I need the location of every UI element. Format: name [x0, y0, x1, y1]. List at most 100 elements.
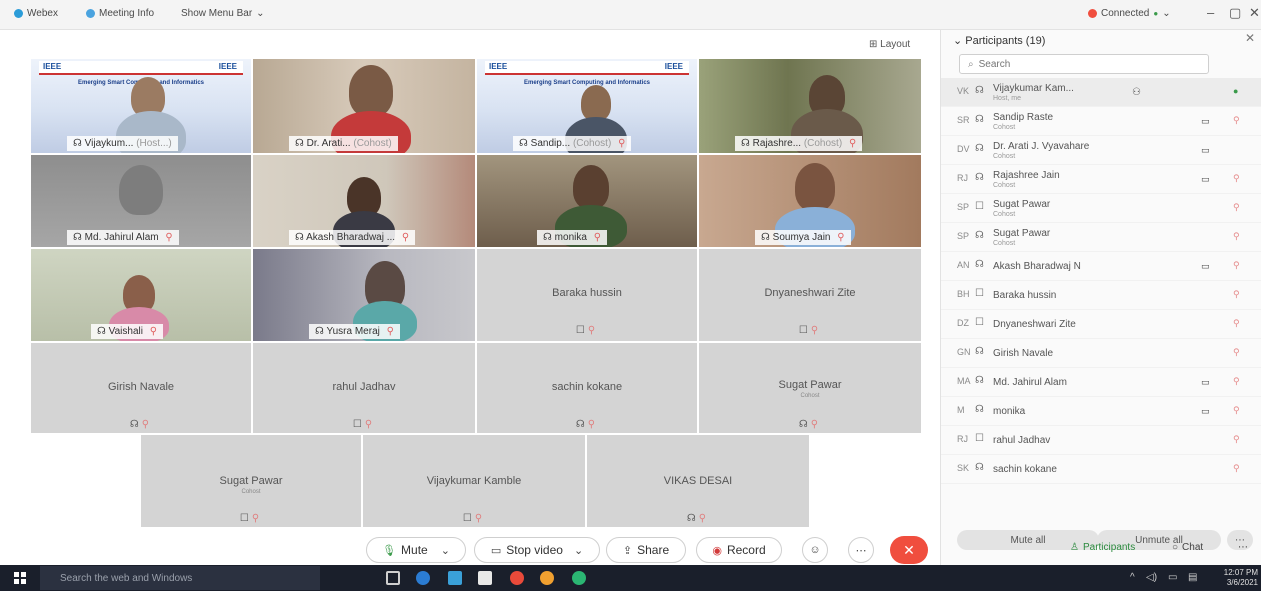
video-tile-soumya[interactable]: ☊ Soumya Jain ⚲	[698, 154, 922, 248]
video-camera-icon: ▭	[1201, 174, 1210, 184]
search-input[interactable]	[978, 58, 1179, 70]
video-tile-rajashree[interactable]: ☊ Rajashre... (Cohost) ⚲	[698, 58, 922, 154]
participant-row[interactable]: SP ☊ Sugat Pawar Cohost ⚲	[941, 223, 1261, 252]
task-view-icon[interactable]	[386, 571, 400, 585]
video-tile-monika[interactable]: ☊ monika ⚲	[476, 154, 698, 248]
mic-off-icon: ⚲	[474, 513, 486, 524]
share-button[interactable]: ⇪ Share	[606, 537, 686, 563]
video-tile-vaishali[interactable]: ☊ Vaishali ⚲	[30, 248, 252, 342]
minimize-icon[interactable]: –	[1207, 5, 1214, 20]
taskbar-search[interactable]: Search the web and Windows	[40, 566, 320, 590]
video-tile-sugat-1[interactable]: Sugat Pawar Cohost ☊⚲	[698, 342, 922, 434]
participant-search[interactable]: ⌕	[959, 54, 1209, 74]
participant-row[interactable]: M ☊ monika ▭ ⚲	[941, 397, 1261, 426]
participant-row[interactable]: DZ ☐ Dnyaneshwari Zite ⚲	[941, 310, 1261, 339]
video-tile-sandip[interactable]: IEEE IEEE Emerging Smart Computing and I…	[476, 58, 698, 154]
mic-off-icon[interactable]: ⚲	[1233, 173, 1240, 184]
meeting-info-label: Meeting Info	[99, 8, 155, 19]
webex-taskbar-icon[interactable]	[572, 571, 586, 585]
mic-off-icon[interactable]: ⚲	[1233, 202, 1240, 213]
clock-time: 12:07 PM	[1223, 568, 1258, 577]
reactions-button[interactable]: ☺	[802, 537, 828, 563]
video-tile-vijaykumar[interactable]: Vijaykumar Kamble ☐⚲	[362, 434, 586, 528]
participant-row[interactable]: AN ☊ Akash Bharadwaj N ▭ ⚲	[941, 252, 1261, 281]
mic-off-icon[interactable]: ⚲	[1233, 405, 1240, 416]
meeting-info-menu[interactable]: Meeting Info	[86, 8, 154, 19]
video-tile-akash[interactable]: ☊ Akash Bharadwaj ... ⚲	[252, 154, 476, 248]
chevron-down-icon[interactable]: ⌄	[574, 544, 583, 557]
video-tile-girish[interactable]: Girish Navale ☊⚲	[30, 342, 252, 434]
video-tile-sugat-2[interactable]: Sugat Pawar Cohost ☐⚲	[140, 434, 362, 528]
chat-tab-button[interactable]: ○ Chat	[1172, 542, 1203, 553]
mic-off-icon: ⚲	[587, 325, 599, 336]
windows-start-icon[interactable]	[14, 572, 26, 584]
network-icon[interactable]: ▭	[1168, 572, 1177, 583]
mic-off-icon[interactable]: ⚲	[1233, 347, 1240, 358]
mic-off-icon[interactable]: ⚲	[1233, 289, 1240, 300]
edge-browser-icon[interactable]	[416, 571, 430, 585]
video-tile-baraka[interactable]: Baraka hussin ☐⚲	[476, 248, 698, 342]
layout-button[interactable]: ⊞ Layout	[863, 37, 917, 52]
tray-chevron-up-icon[interactable]: ^	[1130, 572, 1135, 583]
chrome-icon[interactable]	[510, 571, 524, 585]
video-tile-host[interactable]: IEEE IEEE Emerging Smart Computing and I…	[30, 58, 252, 154]
tile-name-label: ☊ Md. Jahirul Alam ⚲	[67, 230, 179, 245]
tile-name-label: Dnyaneshwari Zite	[764, 287, 856, 299]
firefox-icon[interactable]	[540, 571, 554, 585]
participant-row[interactable]: GN ☊ Girish Navale ⚲	[941, 339, 1261, 368]
participant-name: Sandip Raste	[993, 112, 1054, 123]
participants-panel-header[interactable]: ⌄ Participants (19)	[953, 30, 1045, 52]
file-explorer-icon[interactable]	[448, 571, 462, 585]
participant-role: Cohost	[993, 124, 1016, 131]
video-tile-dr-arati[interactable]: ☊ Dr. Arati... (Cohost)	[252, 58, 476, 154]
close-window-icon[interactable]: ✕	[1249, 5, 1260, 21]
headset-icon: ☊	[543, 232, 552, 243]
participant-name: rahul Jadhav	[993, 435, 1051, 446]
stop-video-button[interactable]: ▭ Stop video ⌄	[474, 537, 600, 563]
participant-row[interactable]: VK ☊ Vijaykumar Kam... Host, me ⚇ ●	[941, 78, 1261, 107]
microphone-icon[interactable]: ●	[1233, 86, 1238, 96]
webex-menu[interactable]: Webex	[14, 8, 58, 19]
video-tile-yusra[interactable]: ☊ Yusra Meraj ⚲	[252, 248, 476, 342]
participant-face	[581, 85, 611, 121]
mic-off-icon[interactable]: ⚲	[1233, 463, 1240, 474]
taskbar-clock[interactable]: 12:07 PM 3/6/2021	[1218, 568, 1258, 588]
end-meeting-button[interactable]: ✕	[890, 536, 928, 564]
mic-off-icon[interactable]: ⚲	[1233, 376, 1240, 387]
mic-off-icon[interactable]: ⚲	[1233, 434, 1240, 445]
video-tile-rahul[interactable]: rahul Jadhav ☐⚲	[252, 342, 476, 434]
video-tile-dnyaneshwari[interactable]: Dnyaneshwari Zite ☐⚲	[698, 248, 922, 342]
close-panel-icon[interactable]: ✕	[1245, 31, 1255, 45]
share-icon: ⇪	[622, 544, 633, 557]
participant-list: VK ☊ Vijaykumar Kam... Host, me ⚇ ● SR ☊ Sandip …	[941, 78, 1261, 484]
panel-more-button[interactable]: ⋯	[1238, 542, 1248, 553]
restore-icon[interactable]: ▢	[1229, 5, 1241, 21]
show-menu-bar-button[interactable]: Show Menu Bar ⌄	[181, 8, 265, 19]
participant-row[interactable]: SK ☊ sachin kokane ⚲	[941, 455, 1261, 484]
store-icon[interactable]	[478, 571, 492, 585]
participant-row[interactable]: RJ ☐ rahul Jadhav ⚲	[941, 426, 1261, 455]
tile-status-icons: ☐⚲	[253, 419, 475, 430]
volume-icon[interactable]: ◁)	[1146, 572, 1157, 583]
participant-row[interactable]: BH ☐ Baraka hussin ⚲	[941, 281, 1261, 310]
participant-row[interactable]: DV ☊ Dr. Arati J. Vyavahare Cohost ▭	[941, 136, 1261, 165]
video-tile-vikas[interactable]: VIKAS DESAI ☊⚲	[586, 434, 810, 528]
participant-row[interactable]: SR ☊ Sandip Raste Cohost ▭ ⚲	[941, 107, 1261, 136]
more-options-button[interactable]: ⋯	[848, 537, 874, 563]
notifications-icon[interactable]: ▤	[1188, 572, 1197, 583]
participant-row[interactable]: RJ ☊ Rajashree Jain Cohost ▭ ⚲	[941, 165, 1261, 194]
video-tile-md-jahirul[interactable]: ☊ Md. Jahirul Alam ⚲	[30, 154, 252, 248]
participant-row[interactable]: MA ☊ Md. Jahirul Alam ▭ ⚲	[941, 368, 1261, 397]
mic-off-icon[interactable]: ⚲	[1233, 318, 1240, 329]
mute-button[interactable]: 🎙 Mute ⌄	[366, 537, 466, 563]
participant-row[interactable]: SP ☐ Sugat Pawar Cohost ⚲	[941, 194, 1261, 223]
headset-icon: ☊	[741, 138, 750, 149]
mic-off-icon[interactable]: ⚲	[1233, 115, 1240, 126]
connection-status[interactable]: Connected ● ⌄	[1088, 8, 1171, 19]
mic-off-icon[interactable]: ⚲	[1233, 260, 1240, 271]
video-tile-sachin[interactable]: sachin kokane ☊⚲	[476, 342, 698, 434]
record-button[interactable]: ◉ Record	[696, 537, 782, 563]
participants-tab-button[interactable]: ♙ Participants	[1070, 542, 1135, 553]
mic-off-icon[interactable]: ⚲	[1233, 231, 1240, 242]
chevron-down-icon[interactable]: ⌄	[441, 544, 450, 557]
